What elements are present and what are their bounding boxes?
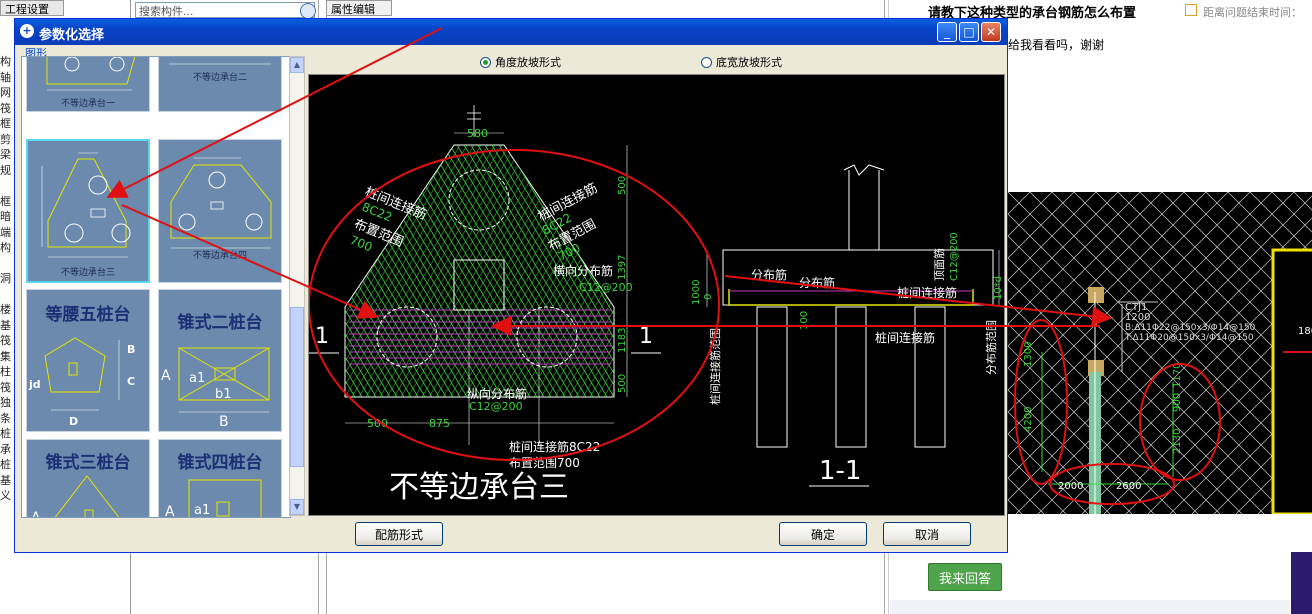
annotation-arrows xyxy=(106,27,1112,336)
annotation-arrow-1 xyxy=(106,27,443,198)
annotation-arrow-4 xyxy=(724,275,1112,327)
annotation-arrow-2 xyxy=(121,204,379,319)
